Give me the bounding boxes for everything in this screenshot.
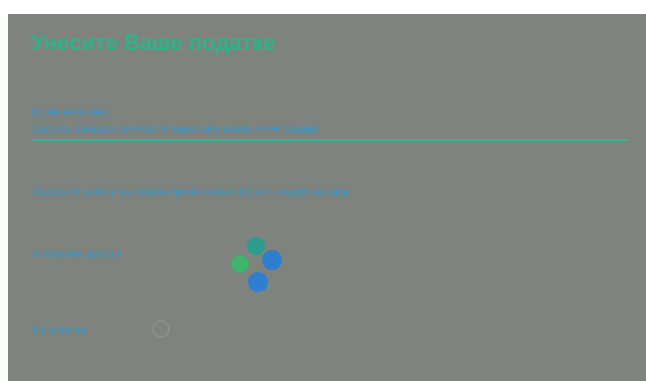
loading-spinner-icon: [152, 320, 170, 338]
cancel-request-link[interactable]: Из захтева: [33, 324, 86, 336]
top-strip: [0, 0, 646, 14]
logo-circle-bottom: [248, 272, 268, 292]
logo-circle-left: [231, 255, 249, 273]
logo-circle-top: [247, 237, 265, 255]
page-title: Унесите Ваше податке: [31, 30, 276, 55]
username-input[interactable]: [33, 119, 628, 141]
instruction-text-line2: мобилном уређају: [33, 248, 122, 260]
instruction-text-line1: Одобрите захтев за пријаву преко Consent…: [33, 186, 351, 198]
logo-circle-right: [262, 250, 282, 270]
consentid-logo-icon: [231, 237, 282, 292]
username-label: Корисничко име:: [33, 107, 111, 118]
